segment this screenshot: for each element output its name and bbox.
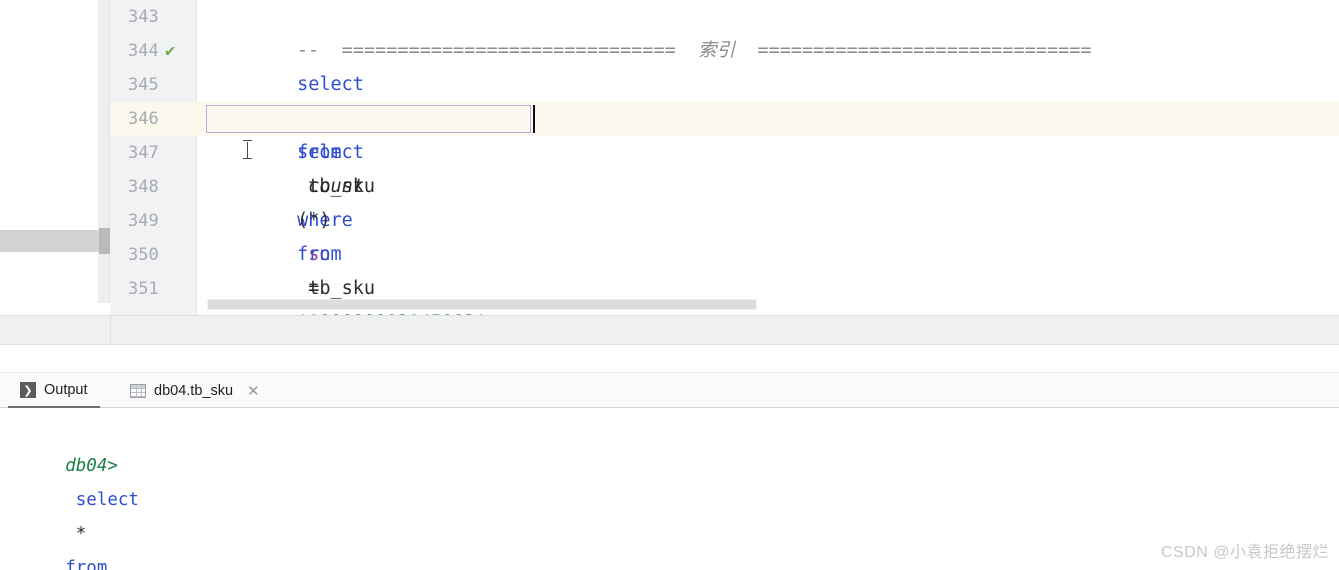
left-panel-gray-bar: [0, 230, 99, 252]
sql-editor-area[interactable]: 343 344 ✔ 345 346 347 348 349 350 351 --…: [0, 0, 1339, 315]
code-line-346-current[interactable]: select count (*) from tb_sku ;: [197, 102, 1339, 315]
line-number-row[interactable]: 347: [110, 136, 197, 170]
code-line-343[interactable]: -- ============================== 索引 ===…: [197, 0, 1339, 61]
console-prompt: db04>: [65, 456, 118, 476]
code-line-348[interactable]: [197, 170, 1339, 204]
left-blank-panel: [0, 0, 98, 315]
line-number-row[interactable]: 344 ✔: [110, 34, 197, 68]
sql-keyword-from: from: [65, 558, 108, 570]
code-line-345[interactable]: [197, 68, 1339, 102]
code-line-344[interactable]: select * from tb_sku where sn = '1000000…: [197, 34, 1339, 315]
line-number: 347: [128, 143, 159, 163]
sql-keyword-select: select: [65, 490, 139, 510]
panel-divider: [110, 315, 111, 346]
code-line-350[interactable]: [197, 238, 1339, 272]
editor-bottom-band: [0, 315, 1339, 346]
editor-horizontal-scrollbar[interactable]: [207, 299, 757, 310]
line-number-row[interactable]: 351: [110, 272, 197, 306]
line-number-row[interactable]: 343: [110, 0, 197, 34]
line-number-list: 343 344 ✔ 345 346 347 348 349 350 351: [110, 0, 197, 306]
output-console-panel[interactable]: db04> select * from tb_sku where sn = '1…: [0, 409, 1339, 570]
line-number-row[interactable]: 345: [110, 68, 197, 102]
close-icon[interactable]: ✕: [247, 383, 260, 399]
line-number-row-current[interactable]: 346: [110, 102, 197, 136]
line-number: 346: [128, 109, 159, 129]
line-number: 350: [128, 245, 159, 265]
tab-result-label: db04.tb_sku: [154, 383, 234, 399]
console-run-icon: ❯: [20, 382, 36, 398]
tab-db04-tb-sku[interactable]: db04.tb_sku ✕: [118, 374, 272, 408]
panel-gap: [0, 346, 1339, 373]
sql-code-text[interactable]: -- ============================== 索引 ===…: [197, 0, 1339, 315]
sql-star: *: [65, 524, 97, 544]
left-panel-vertical-scrollbar-thumb[interactable]: [99, 228, 110, 254]
line-number-row[interactable]: 349: [110, 204, 197, 238]
line-number-row[interactable]: 350: [110, 238, 197, 272]
line-number: 343: [128, 7, 159, 27]
code-line-347[interactable]: [197, 136, 1339, 170]
line-number-row[interactable]: 348: [110, 170, 197, 204]
line-number: 349: [128, 211, 159, 231]
code-line-349[interactable]: [197, 204, 1339, 238]
table-grid-icon: [130, 384, 146, 398]
editor-gutter[interactable]: 343 344 ✔ 345 346 347 348 349 350 351: [110, 0, 197, 315]
left-panel-vertical-scrollbar-track[interactable]: [98, 0, 110, 303]
check-mark-icon: ✔: [165, 41, 176, 61]
tab-output-label: Output: [44, 382, 88, 398]
console-tab-bar[interactable]: ❯ Output db04.tb_sku ✕: [0, 374, 1339, 408]
line-number: 351: [128, 279, 159, 299]
tab-output[interactable]: ❯ Output: [8, 374, 100, 408]
console-query-line: db04> select * from tb_sku where sn = '1…: [0, 415, 1339, 570]
watermark-text: CSDN @小袁拒绝摆烂: [1160, 544, 1329, 561]
line-number: 348: [128, 177, 159, 197]
text-caret: [533, 105, 535, 133]
line-number: 344: [128, 41, 159, 61]
line-number: 345: [128, 75, 159, 95]
statement-selection-box: [206, 105, 531, 133]
idea-database-console-window: 343 344 ✔ 345 346 347 348 349 350 351 --…: [0, 0, 1339, 570]
